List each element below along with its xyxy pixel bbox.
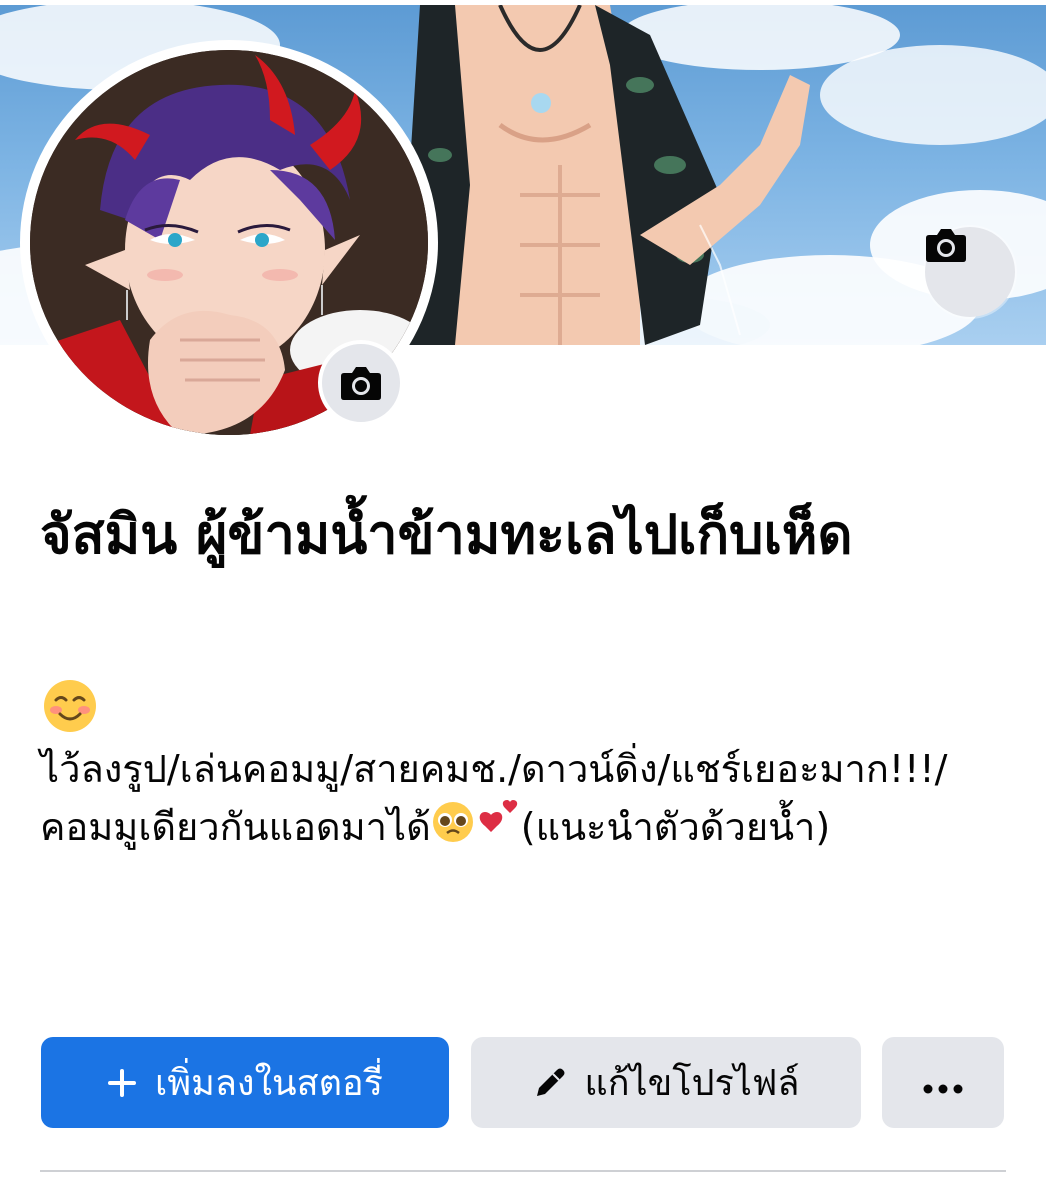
smiling-face-icon bbox=[42, 678, 98, 734]
profile-bio: ไว้ลงรูป/เล่นคอมมู/สายคมช./ดาวน์ดิ่ง/แชร… bbox=[40, 740, 1000, 860]
edit-profile-button[interactable]: แก้ไขโปรไฟล์ bbox=[471, 1037, 861, 1128]
add-to-story-label: เพิ่มลงในสตอรี่ bbox=[155, 1063, 383, 1104]
more-options-button[interactable] bbox=[882, 1037, 1004, 1128]
avatar-camera-button[interactable] bbox=[318, 340, 404, 426]
pleading-face-icon bbox=[431, 800, 475, 860]
profile-name: จัสมิน ผู้ข้ามน้ำข้ามทะเลไปเก็บเห็ด bbox=[40, 503, 853, 566]
cover-camera-button[interactable] bbox=[925, 227, 1015, 317]
camera-icon bbox=[926, 229, 966, 262]
pencil-icon bbox=[533, 1066, 567, 1100]
camera-icon bbox=[341, 367, 381, 400]
plus-icon bbox=[107, 1068, 137, 1098]
two-hearts-icon bbox=[475, 799, 521, 860]
section-divider bbox=[40, 1170, 1006, 1172]
profile-page: จัสมิน ผู้ข้ามน้ำข้ามทะเลไปเก็บเห็ด ไว้ล… bbox=[0, 0, 1046, 1200]
bio-text-end: (แนะนำตัวด้วยน้ำ) bbox=[520, 805, 831, 849]
more-dots-icon bbox=[923, 1062, 963, 1103]
edit-profile-label: แก้ไขโปรไฟล์ bbox=[584, 1063, 800, 1104]
add-to-story-button[interactable]: เพิ่มลงในสตอรี่ bbox=[41, 1037, 449, 1128]
